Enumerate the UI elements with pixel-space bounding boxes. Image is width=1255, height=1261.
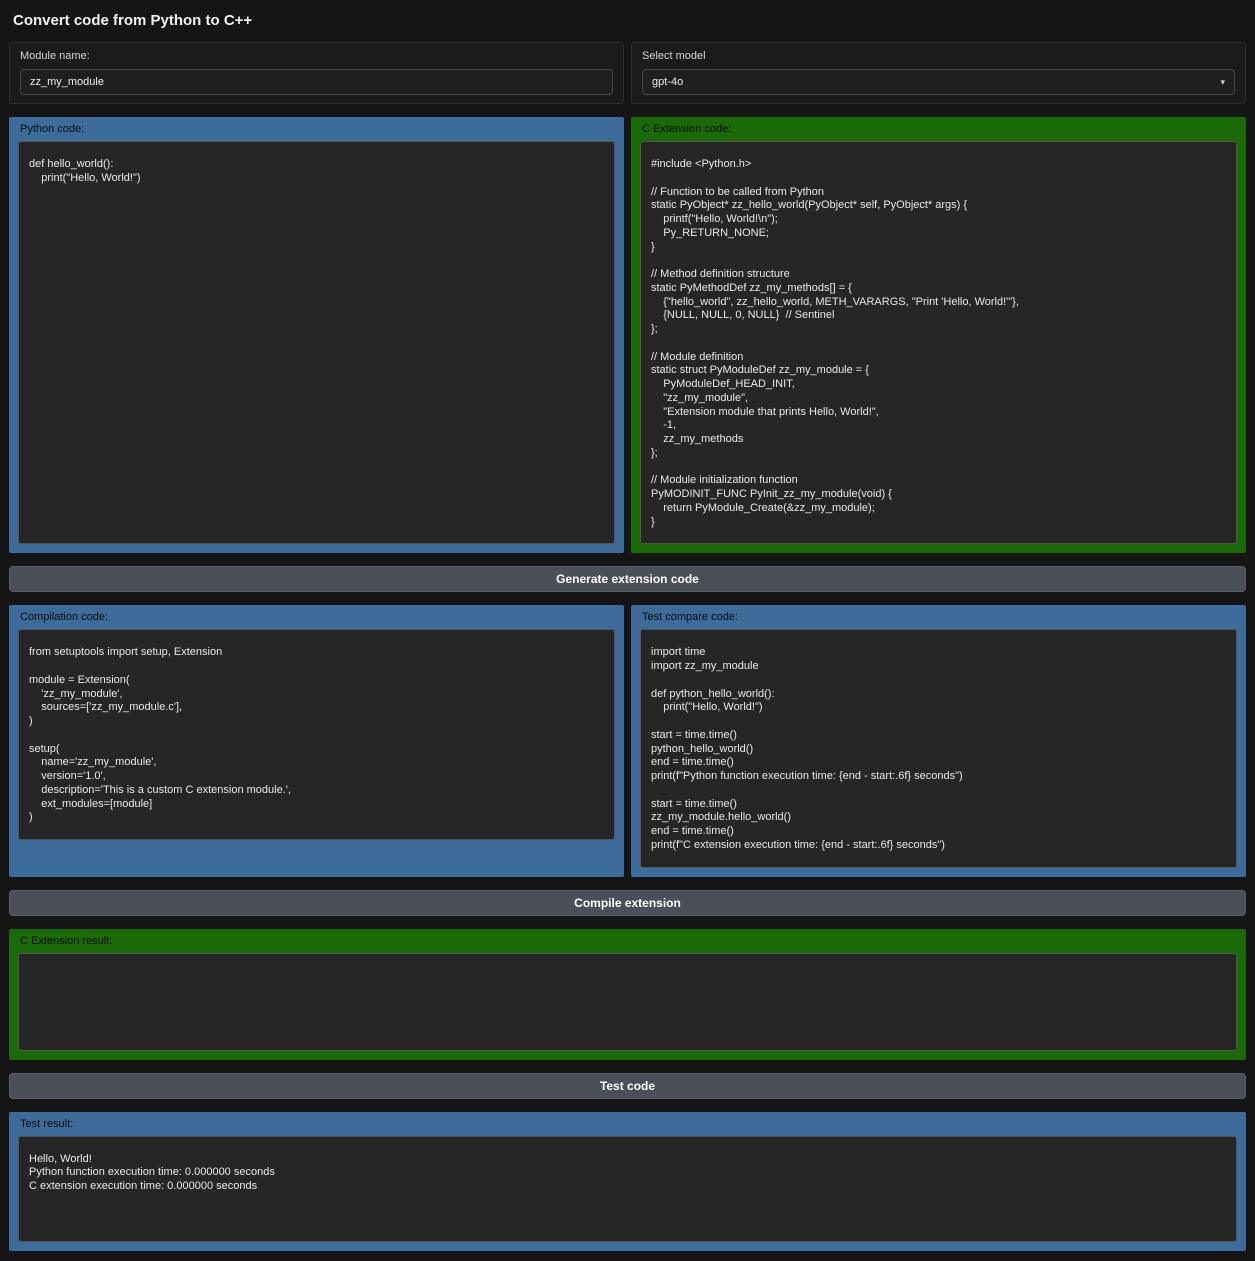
compilation-code-label: Compilation code:: [18, 605, 615, 629]
page-title: Convert code from Python to C++: [13, 12, 1246, 29]
test-compare-code-editor[interactable]: import time import zz_my_module def pyth…: [640, 629, 1237, 867]
app-root: Convert code from Python to C++ Module n…: [0, 0, 1255, 1261]
model-select-field: Select model gpt-4o ▾: [631, 42, 1246, 104]
c-extension-code-panel: C Extension code: #include <Python.h> //…: [631, 117, 1246, 553]
c-extension-result-output[interactable]: [18, 953, 1237, 1051]
test-result-row: Test result: Hello, World! Python functi…: [9, 1112, 1246, 1251]
c-extension-result-panel: C Extension result:: [9, 929, 1246, 1060]
code-row: Python code: def hello_world(): print("H…: [9, 117, 1246, 553]
test-compare-code-panel: Test compare code: import time import zz…: [631, 605, 1246, 876]
test-code-button[interactable]: Test code: [9, 1073, 1246, 1099]
module-name-field: Module name:: [9, 42, 624, 104]
c-extension-result-row: C Extension result:: [9, 929, 1246, 1060]
c-extension-code-editor[interactable]: #include <Python.h> // Function to be ca…: [640, 141, 1237, 544]
test-result-output[interactable]: Hello, World! Python function execution …: [18, 1136, 1237, 1242]
python-code-panel: Python code: def hello_world(): print("H…: [9, 117, 624, 553]
python-code-label: Python code:: [18, 117, 615, 141]
compile-test-row: Compilation code: from setuptools import…: [9, 605, 1246, 876]
model-select-label: Select model: [642, 50, 1235, 63]
c-extension-result-label: C Extension result:: [18, 929, 1237, 953]
compilation-code-editor[interactable]: from setuptools import setup, Extension …: [18, 629, 615, 840]
compilation-code-panel: Compilation code: from setuptools import…: [9, 605, 624, 876]
python-code-editor[interactable]: def hello_world(): print("Hello, World!"…: [18, 141, 615, 544]
test-result-label: Test result:: [18, 1112, 1237, 1136]
generate-extension-code-button[interactable]: Generate extension code: [9, 566, 1246, 592]
module-name-label: Module name:: [20, 50, 613, 63]
module-name-input[interactable]: [20, 69, 613, 95]
test-result-panel: Test result: Hello, World! Python functi…: [9, 1112, 1246, 1251]
chevron-down-icon: ▾: [1220, 78, 1225, 87]
settings-row: Module name: Select model gpt-4o ▾: [9, 42, 1246, 104]
compile-extension-button[interactable]: Compile extension: [9, 890, 1246, 916]
c-extension-code-label: C Extension code:: [640, 117, 1237, 141]
model-select-dropdown[interactable]: gpt-4o ▾: [642, 69, 1235, 95]
test-compare-code-label: Test compare code:: [640, 605, 1237, 629]
model-select-value: gpt-4o: [652, 76, 683, 88]
